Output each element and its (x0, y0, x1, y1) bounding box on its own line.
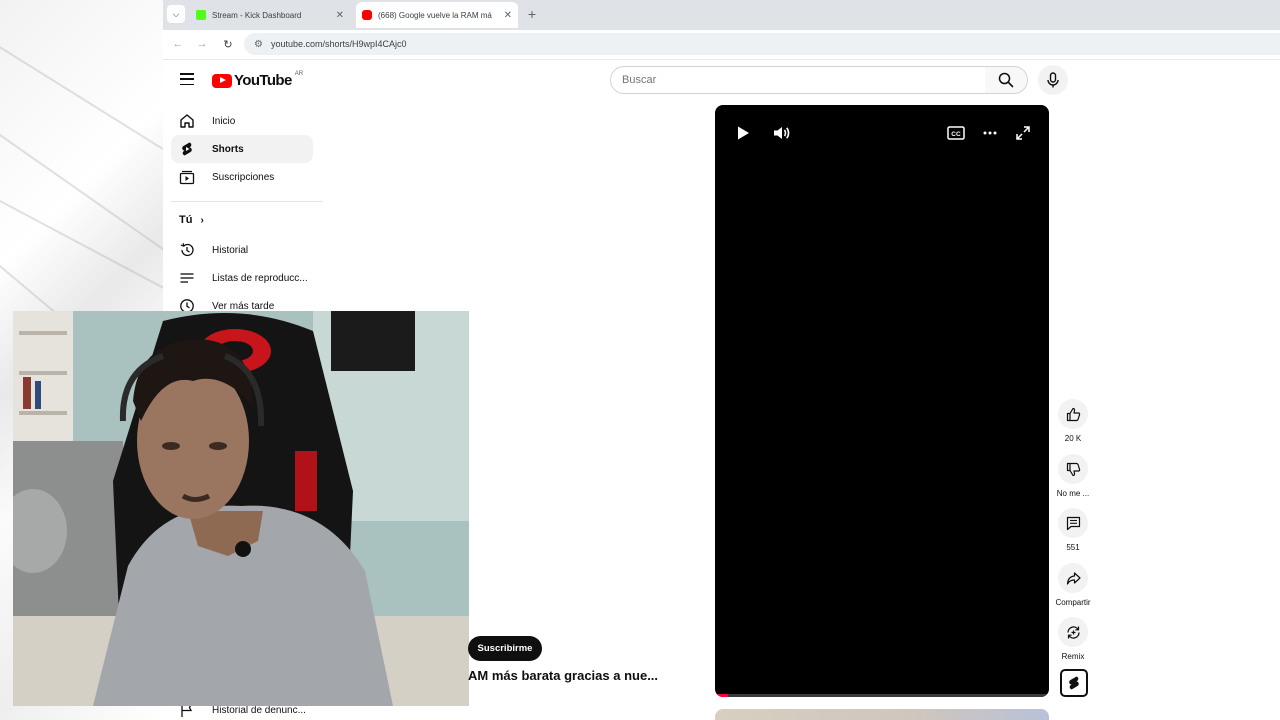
closed-captions-icon: CC (947, 126, 965, 140)
address-bar[interactable]: ⚙ youtube.com/shorts/H9wpI4CAjc0 (244, 33, 1280, 55)
playlists-icon (179, 270, 195, 286)
search-button[interactable] (985, 66, 1028, 94)
reload-button[interactable]: ↻ (221, 36, 235, 52)
shorts-video-player[interactable]: CC (715, 105, 1049, 697)
kick-favicon-icon (196, 10, 206, 20)
microphone-icon (1047, 72, 1059, 88)
country-code: AR (294, 70, 304, 77)
comments-count: 551 (1066, 543, 1080, 552)
site-settings-icon[interactable]: ⚙ (254, 39, 263, 50)
new-tab-button[interactable]: + (524, 4, 540, 24)
sidebar-item-label: Historial (212, 244, 249, 256)
forward-button[interactable]: → (195, 36, 209, 52)
close-tab-icon[interactable]: ✕ (504, 10, 512, 21)
more-options-button[interactable] (980, 123, 1000, 143)
webcam-overlay (13, 311, 469, 706)
sidebar-item-shorts[interactable]: Shorts (171, 135, 313, 163)
more-horizontal-icon (983, 131, 997, 135)
sidebar-item-label: Shorts (212, 143, 244, 155)
subscriptions-icon (179, 169, 195, 185)
shorts-audio-icon (1069, 676, 1079, 690)
remix-label: Remix (1061, 652, 1085, 661)
dislike-button[interactable]: No me ... (1054, 454, 1092, 498)
hamburger-menu-icon[interactable] (180, 73, 194, 85)
tab-title: Stream - Kick Dashboard (212, 10, 302, 20)
remix-button[interactable]: Remix (1054, 617, 1092, 661)
youtube-play-logo-icon (212, 73, 232, 88)
sidebar-item-label: Suscripciones (212, 171, 275, 183)
youtube-wordmark: YouTube (234, 72, 292, 89)
video-progress-fill (715, 694, 729, 697)
webcam-feed-image (13, 311, 469, 706)
remix-icon (1066, 625, 1080, 639)
url-text: youtube.com/shorts/H9wpI4CAjc0 (270, 39, 407, 49)
search-input[interactable]: Buscar (610, 66, 986, 94)
next-short-preview[interactable] (715, 709, 1049, 720)
comment-icon (1066, 516, 1080, 530)
sidebar-item-subscriptions[interactable]: Suscripciones (171, 163, 313, 191)
youtube-logo[interactable]: YouTube AR (212, 70, 304, 89)
sidebar-item-history[interactable]: Historial (171, 236, 313, 264)
volume-button[interactable] (772, 123, 792, 143)
short-title[interactable]: AM más barata gracias a nue... (468, 668, 668, 683)
share-button[interactable]: Compartir (1054, 563, 1092, 607)
comments-button[interactable]: 551 (1054, 508, 1092, 552)
like-button[interactable]: 20 K (1054, 399, 1092, 443)
toolbar-divider (163, 59, 1280, 60)
close-tab-icon[interactable]: ✕ (336, 10, 344, 21)
dislike-label: No me ... (1056, 489, 1090, 498)
play-icon (738, 126, 749, 140)
tab-youtube-short[interactable]: (668) Google vuelve la RAM má ✕ (356, 2, 518, 28)
sidebar-item-home[interactable]: Inicio (171, 107, 313, 135)
sidebar-item-label: Ver más tarde (212, 300, 275, 312)
sidebar-item-label: Inicio (212, 115, 236, 127)
tab-search-dropdown[interactable]: ⌵ (167, 5, 185, 23)
video-progress-bar[interactable] (715, 694, 1049, 697)
sidebar-item-label: Historial de denunc... (212, 704, 306, 716)
shorts-icon (179, 141, 195, 157)
share-label: Compartir (1055, 598, 1091, 607)
home-icon (179, 113, 195, 129)
you-section-title: Tú (179, 214, 193, 226)
search-placeholder: Buscar (622, 74, 657, 86)
search-icon (998, 72, 1014, 88)
subscribe-button[interactable]: Suscribirme (468, 636, 542, 661)
youtube-favicon-icon (362, 10, 372, 20)
volume-icon (774, 127, 790, 139)
sidebar-item-playlists[interactable]: Listas de reproducc... (171, 264, 313, 292)
svg-text:CC: CC (951, 131, 961, 138)
fullscreen-button[interactable] (1013, 123, 1033, 143)
expand-icon (1016, 126, 1030, 140)
sidebar-item-label: Listas de reproducc... (212, 272, 308, 284)
thumbs-up-icon (1066, 407, 1080, 421)
history-icon (179, 242, 195, 258)
sidebar-you-section[interactable]: Tú › (179, 214, 204, 226)
captions-button[interactable]: CC (946, 123, 966, 143)
thumbs-down-icon (1066, 462, 1080, 476)
like-count: 20 K (1064, 434, 1082, 443)
voice-search-button[interactable] (1038, 65, 1068, 95)
chevron-right-icon: › (200, 214, 204, 226)
back-button[interactable]: ← (171, 36, 185, 52)
tab-title: (668) Google vuelve la RAM má (378, 10, 492, 20)
play-button[interactable] (733, 123, 753, 143)
tab-kick-dashboard[interactable]: Stream - Kick Dashboard ✕ (190, 4, 350, 26)
audio-source-thumbnail[interactable] (1060, 669, 1088, 697)
share-icon (1066, 571, 1081, 585)
sidebar-divider (171, 201, 323, 202)
